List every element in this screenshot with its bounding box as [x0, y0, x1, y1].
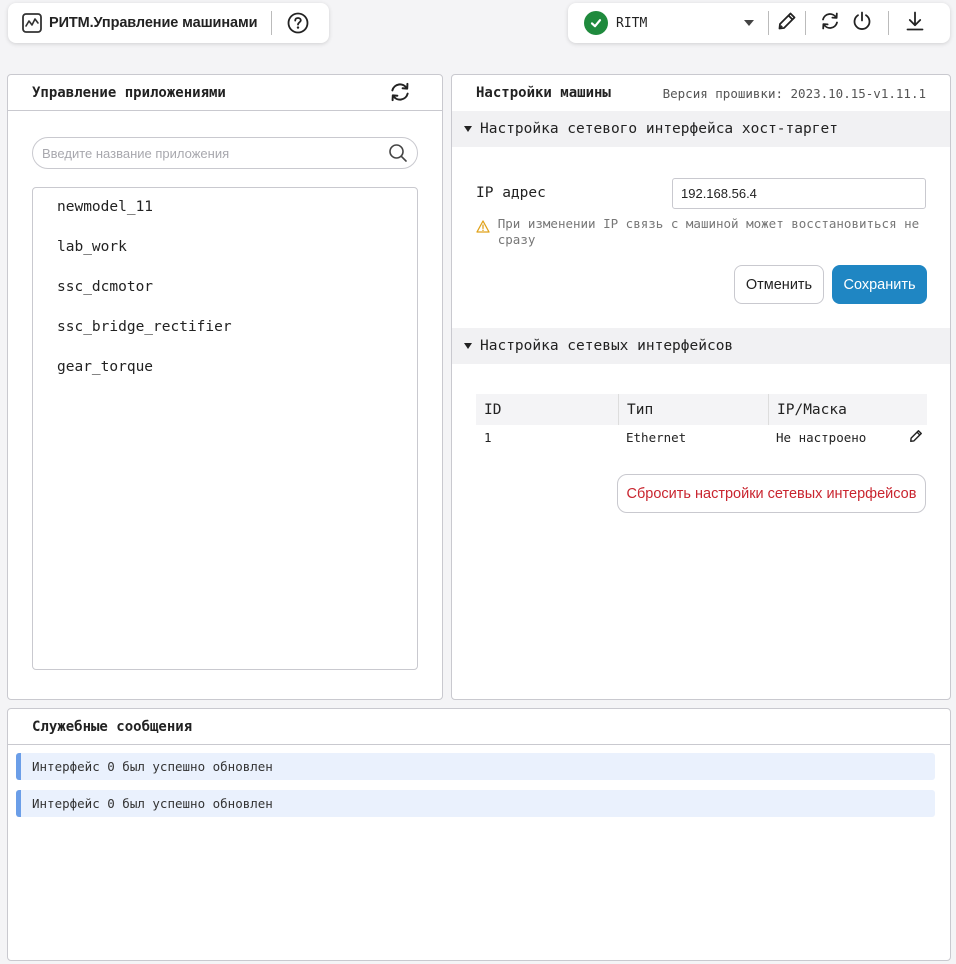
refresh-apps-button[interactable]	[386, 80, 414, 108]
power-button[interactable]	[848, 9, 876, 37]
machine-panel-title: Настройки машины	[476, 85, 611, 101]
app-list-item[interactable]: ssc_bridge_rectifier	[33, 316, 417, 356]
app-title: РИТМ.Управление машинами	[49, 15, 258, 31]
column-header-type: Тип	[618, 394, 768, 425]
message-item: Интерфейс 0 был успешно обновлен	[16, 753, 935, 780]
message-item: Интерфейс 0 был успешно обновлен	[16, 790, 935, 817]
app-list-item[interactable]: ssc_dcmotor	[33, 276, 417, 316]
refresh-icon	[388, 80, 412, 108]
caret-down-icon	[464, 126, 472, 132]
messages-panel-header: Служебные сообщения	[8, 709, 950, 745]
power-icon	[851, 10, 873, 36]
apps-panel: Управление приложениями newmodel_11 lab_…	[7, 74, 443, 700]
search-icon[interactable]	[387, 142, 409, 164]
edit-machine-button[interactable]	[773, 9, 801, 37]
app-list: newmodel_11 lab_work ssc_dcmotor ssc_bri…	[32, 187, 418, 670]
app-header: РИТМ.Управление машинами	[8, 3, 329, 43]
cell-ip: Не настроено	[768, 429, 927, 446]
toolbar-divider	[805, 11, 806, 35]
machine-panel-header: Настройки машины Версия прошивки: 2023.1…	[452, 75, 950, 111]
column-header-ip: IP/Маска	[768, 394, 927, 425]
ip-warning-text: При изменении IP связь с машиной может в…	[497, 216, 920, 247]
column-header-id: ID	[484, 401, 502, 418]
messages-panel-title: Служебные сообщения	[32, 718, 193, 735]
chart-logo-icon	[21, 12, 43, 34]
app-list-item[interactable]: lab_work	[33, 236, 417, 276]
ip-row: IP адрес	[476, 177, 928, 209]
apps-panel-header: Управление приложениями	[8, 75, 442, 111]
warning-icon	[476, 218, 491, 248]
machine-name: RITM	[616, 15, 648, 31]
chevron-down-icon	[744, 20, 754, 26]
host-section-toggle[interactable]: Настройка сетевого интерфейса хост-тарге…	[452, 111, 950, 147]
download-icon	[904, 10, 926, 36]
messages-panel: Служебные сообщения Интерфейс 0 был успе…	[7, 708, 951, 961]
app-search	[32, 137, 418, 169]
net-section-toggle[interactable]: Настройка сетевых интерфейсов	[452, 328, 950, 364]
help-icon[interactable]	[286, 11, 310, 35]
caret-down-icon	[464, 343, 472, 349]
cell-id: 1	[484, 429, 492, 445]
net-section-title: Настройка сетевых интерфейсов	[480, 338, 734, 354]
ip-label: IP адрес	[476, 185, 546, 201]
reset-interfaces-button[interactable]: Сбросить настройки сетевых интерфейсов	[617, 474, 926, 513]
pencil-icon	[777, 11, 797, 35]
machine-toolbar: RITM	[568, 3, 950, 43]
toolbar-divider	[768, 11, 769, 35]
apps-panel-title: Управление приложениями	[32, 84, 226, 101]
cell-ip-text: Не настроено	[776, 429, 867, 445]
host-section-title: Настройка сетевого интерфейса хост-тарге…	[480, 121, 838, 137]
ip-input[interactable]	[672, 177, 926, 209]
check-icon	[584, 11, 608, 35]
machine-panel: Настройки машины Версия прошивки: 2023.1…	[451, 74, 951, 700]
save-button[interactable]: Сохранить	[832, 265, 927, 304]
cancel-button[interactable]: Отменить	[734, 265, 824, 304]
machine-select[interactable]: RITM	[616, 9, 756, 37]
pencil-icon[interactable]	[909, 429, 923, 446]
app-list-item[interactable]: gear_torque	[33, 356, 417, 396]
table-row: 1 Ethernet Не настроено	[476, 425, 927, 449]
table-header: ID Тип IP/Маска	[476, 394, 927, 425]
header-divider	[271, 11, 273, 35]
app-search-input[interactable]	[42, 145, 387, 161]
ip-warning: При изменении IP связь с машиной может в…	[476, 216, 928, 248]
firmware-version: Версия прошивки: 2023.10.15-v1.11.1	[662, 85, 926, 101]
cell-type: Ethernet	[626, 429, 687, 445]
refresh-machine-button[interactable]	[816, 9, 844, 37]
refresh-icon	[819, 10, 841, 36]
toolbar-divider	[888, 11, 889, 35]
net-interfaces-table: ID Тип IP/Маска 1 Ethernet Не настроено	[476, 394, 927, 449]
app-list-item[interactable]: newmodel_11	[33, 196, 417, 236]
download-button[interactable]	[901, 9, 929, 37]
